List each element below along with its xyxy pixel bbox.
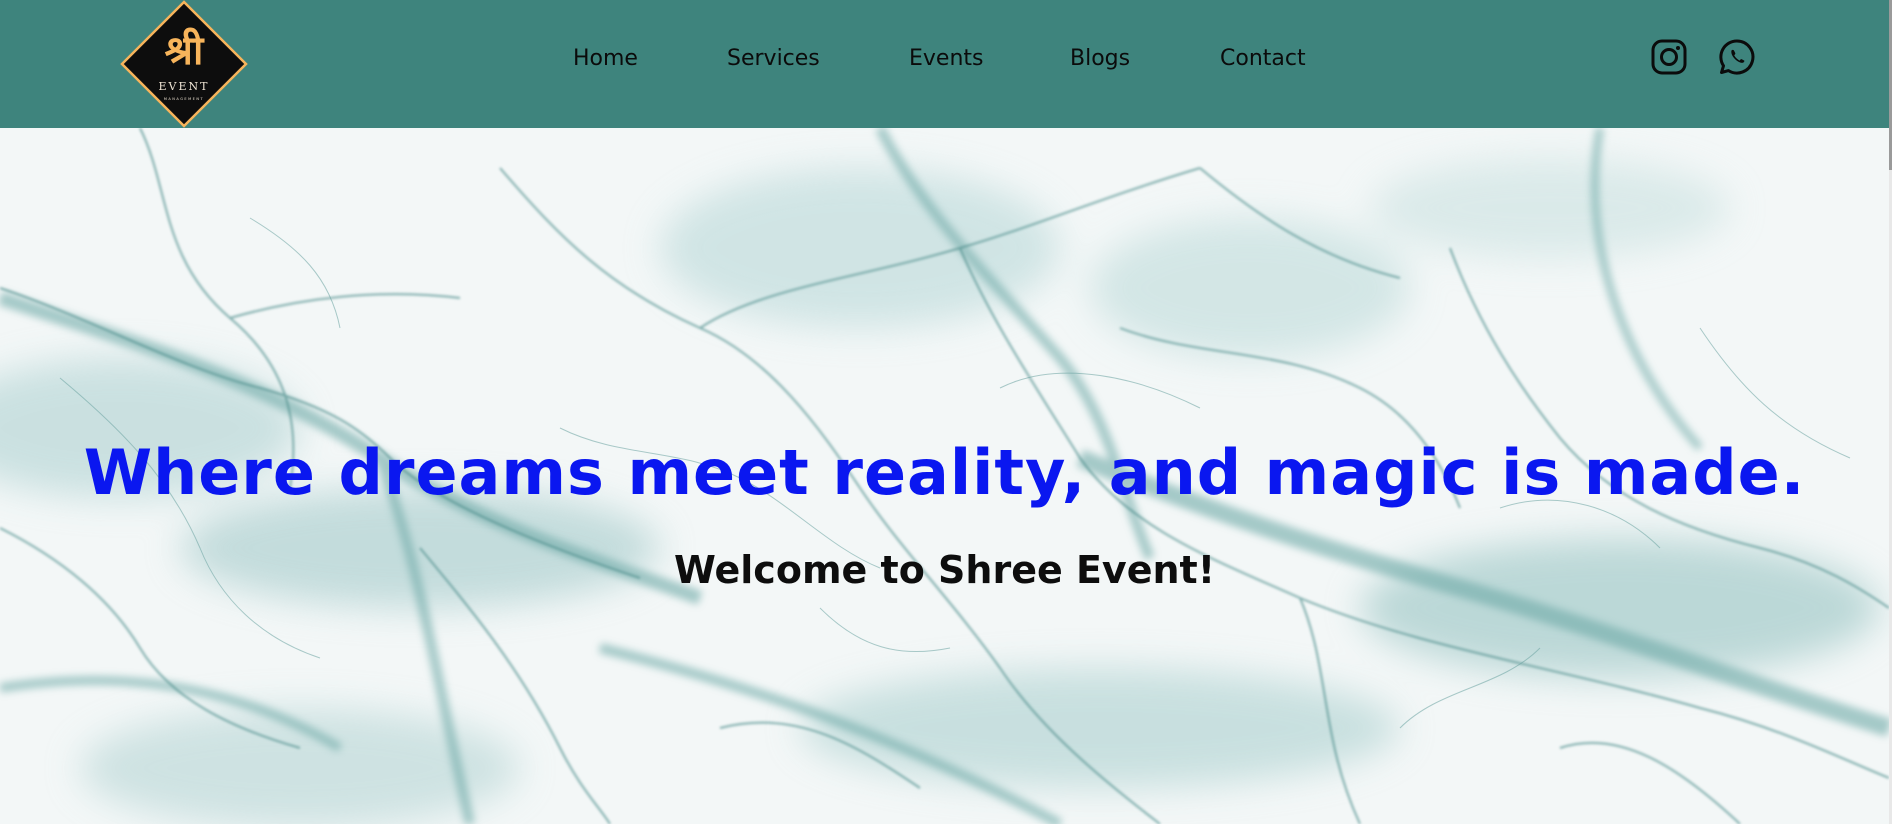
site-header: श्री EVENT MANAGEMENT Home Services Even… — [0, 0, 1889, 128]
hero-headline: Where dreams meet reality, and magic is … — [83, 435, 1806, 509]
nav-home[interactable]: Home — [573, 46, 638, 71]
whatsapp-icon[interactable] — [1718, 38, 1756, 76]
main-nav: Home Services Events Blogs Contact — [0, 0, 1889, 128]
nav-blogs[interactable]: Blogs — [1070, 46, 1130, 71]
nav-services[interactable]: Services — [727, 46, 820, 71]
instagram-icon[interactable] — [1650, 38, 1688, 76]
nav-events[interactable]: Events — [909, 46, 984, 71]
page: श्री EVENT MANAGEMENT Home Services Even… — [0, 0, 1892, 824]
nav-contact[interactable]: Contact — [1220, 46, 1306, 71]
hero-section: Where dreams meet reality, and magic is … — [0, 128, 1889, 824]
hero-welcome: Welcome to Shree Event! — [673, 547, 1216, 592]
